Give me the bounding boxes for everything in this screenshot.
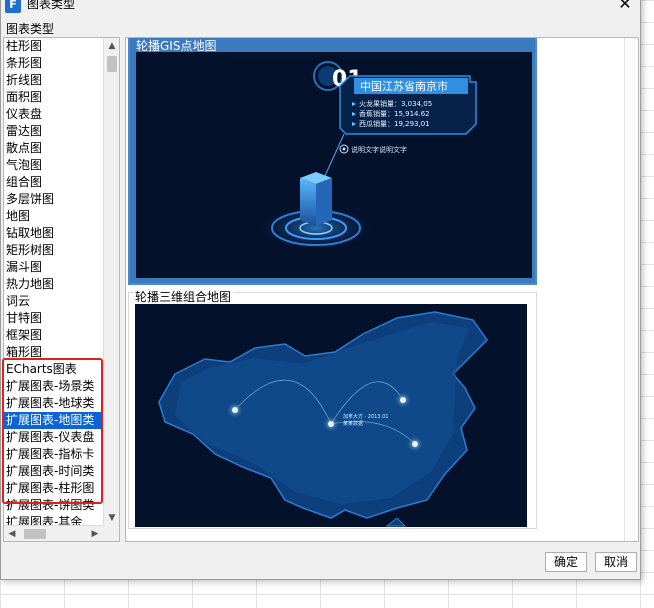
cancel-button[interactable]: 取消 <box>595 552 637 572</box>
chart-type-list[interactable]: 柱形图 条形图 折线图 面积图 仪表盘 雷达图 散点图 气泡图 组合图 多层饼图 地图 钻取地图 矩形树… <box>3 37 120 542</box>
scroll-down-arrow-icon[interactable]: ▼ <box>104 510 119 526</box>
chart-type-item[interactable]: 漏斗图 <box>4 259 103 276</box>
chart-type-item[interactable]: 条形图 <box>4 55 103 72</box>
chart-type-item[interactable]: 散点图 <box>4 140 103 157</box>
chart-type-item[interactable]: 仪表盘 <box>4 106 103 123</box>
preview-card-gis-carousel[interactable]: 轮播GIS点地图 中国江苏省南京市 火龙果销量：3,034,05 香蕉销量：15… <box>128 38 537 285</box>
location-title: 中国江苏省南京市 <box>360 79 448 93</box>
chart-type-item[interactable]: 气泡图 <box>4 157 103 174</box>
chart-type-item[interactable]: 箱形图 <box>4 344 103 361</box>
chart-type-item[interactable]: 组合图 <box>4 174 103 191</box>
stat-line-1: 火龙果销量：3,034,05 <box>359 99 432 108</box>
chart-type-item[interactable]: 雷达图 <box>4 123 103 140</box>
scroll-left-arrow-icon[interactable]: ◀ <box>4 526 20 541</box>
horizontal-scrollbar[interactable]: ◀ ▶ <box>4 525 103 541</box>
vertical-scrollbar[interactable]: ▲ ▼ <box>103 38 119 526</box>
chart-type-item[interactable]: 词云 <box>4 293 103 310</box>
chart-type-item[interactable]: 扩展图表-柱形图 <box>4 480 103 497</box>
close-button[interactable]: ✕ <box>614 0 636 15</box>
hscrollbar-thumb[interactable] <box>24 529 46 539</box>
chart-preview-panel: 轮播GIS点地图 中国江苏省南京市 火龙果销量：3,034,05 香蕉销量：15… <box>125 37 639 542</box>
chart-type-item[interactable]: 甘特图 <box>4 310 103 327</box>
title-bar: F 图表类型 ✕ <box>1 0 640 17</box>
china-map-thumbnail: 加拿大方 · 2013.01 某某数据 <box>135 304 527 527</box>
card-title-2: 轮播三维组合地图 <box>133 288 234 305</box>
chart-type-item[interactable]: 面积图 <box>4 89 103 106</box>
note-text: 说明文字说明文字 <box>351 145 407 154</box>
scrollbar-corner <box>103 525 119 541</box>
chart-type-item[interactable]: 钻取地图 <box>4 225 103 242</box>
chart-type-dialog: F 图表类型 ✕ 图表类型 柱形图 条形图 折线图 面积图 仪表盘 雷达图 散点图 气泡图 组合… <box>0 0 641 580</box>
scrollbar-thumb[interactable] <box>107 56 117 72</box>
map-label-b: 某某数据 <box>343 420 363 427</box>
scroll-right-arrow-icon[interactable]: ▶ <box>87 526 103 541</box>
chart-type-list-items: 柱形图 条形图 折线图 面积图 仪表盘 雷达图 散点图 气泡图 组合图 多层饼图 地图 钻取地图 矩形树… <box>4 38 103 526</box>
chart-type-item[interactable]: 扩展图表-指标卡 <box>4 446 103 463</box>
chart-type-item[interactable]: 扩展图表-仪表盘 <box>4 429 103 446</box>
chart-type-item[interactable]: 地图 <box>4 208 103 225</box>
chart-type-item[interactable]: ECharts图表 <box>4 361 103 378</box>
map-label-a: 加拿大方 · 2013.01 <box>343 413 388 420</box>
preview-scrollbar[interactable] <box>624 38 638 541</box>
section-label: 图表类型 <box>6 22 55 36</box>
scroll-up-arrow-icon[interactable]: ▲ <box>104 38 119 54</box>
chart-type-item[interactable]: 折线图 <box>4 72 103 89</box>
chart-type-item[interactable]: 矩形树图 <box>4 242 103 259</box>
chart-type-item[interactable]: 柱形图 <box>4 38 103 55</box>
gis-map-thumbnail: 01 中国江苏省南京市 火龙果销量：3,034,05 香蕉销量：15,914.6… <box>136 52 532 278</box>
chart-type-item[interactable]: 热力地图 <box>4 276 103 293</box>
chart-type-item[interactable]: 扩展图表-饼图类 <box>4 497 103 514</box>
ok-button[interactable]: 确定 <box>545 552 587 572</box>
gis-map-illustration: 01 中国江苏省南京市 火龙果销量：3,034,05 香蕉销量：15,914.6… <box>260 61 477 250</box>
chart-type-item[interactable]: 扩展图表-地图类 <box>4 412 103 429</box>
chart-type-item[interactable]: 扩展图表-时间类 <box>4 463 103 480</box>
window-title: 图表类型 <box>27 0 76 11</box>
stat-line-2: 香蕉销量：15,914.62 <box>359 109 430 118</box>
china-map-illustration: 加拿大方 · 2013.01 某某数据 <box>158 311 488 527</box>
app-logo-icon: F <box>5 0 21 13</box>
chart-type-item[interactable]: 多层饼图 <box>4 191 103 208</box>
chart-type-item[interactable]: 扩展图表-场景类 <box>4 378 103 395</box>
chart-type-item[interactable]: 扩展图表-地球类 <box>4 395 103 412</box>
preview-card-3d-combo-map[interactable]: 轮播三维组合地图 加拿大方 · 2013.01 某某数据 <box>128 288 537 529</box>
stat-line-3: 西瓜销量：19,293,01 <box>359 119 430 128</box>
chart-type-item[interactable]: 框架图 <box>4 327 103 344</box>
